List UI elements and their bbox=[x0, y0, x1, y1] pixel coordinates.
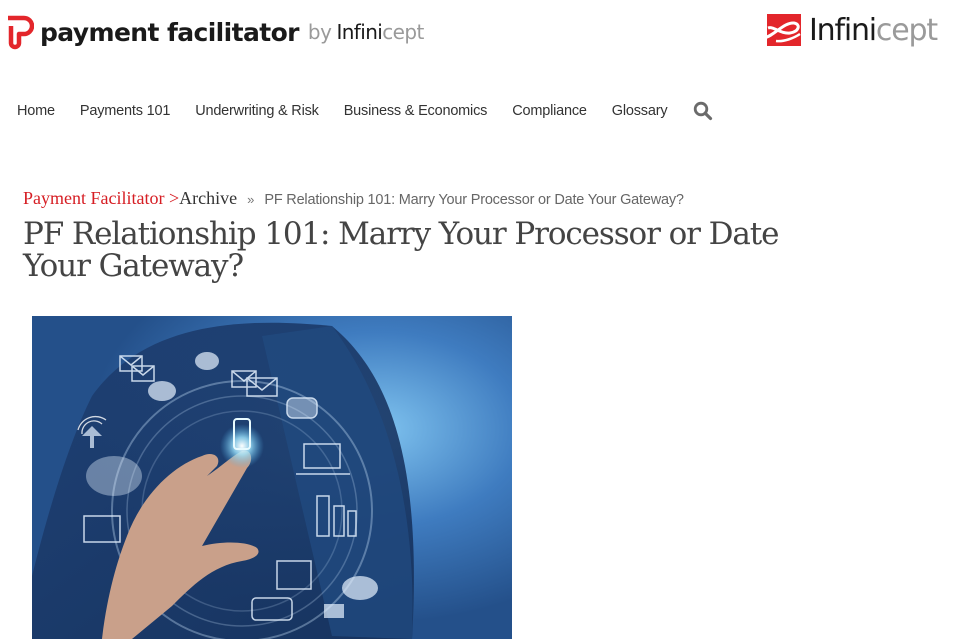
infinicept-logo[interactable]: Infini cept bbox=[764, 12, 938, 48]
main-nav: Home Payments 101 Underwriting & Risk Bu… bbox=[17, 99, 713, 123]
nav-item-payments-101[interactable]: Payments 101 bbox=[80, 103, 170, 119]
brand-name: payment facilitator bbox=[40, 17, 300, 47]
infinicept-light: cept bbox=[875, 12, 938, 48]
nav-item-glossary[interactable]: Glossary bbox=[612, 103, 668, 119]
brand-partner-light: cept bbox=[382, 20, 424, 44]
nav-item-underwriting-risk[interactable]: Underwriting & Risk bbox=[195, 103, 319, 119]
infinicept-logo-icon bbox=[764, 14, 801, 46]
brand-partner-bold: Infini bbox=[336, 20, 383, 44]
breadcrumb-archive-link[interactable]: Archive bbox=[179, 188, 237, 209]
nav-item-compliance[interactable]: Compliance bbox=[512, 103, 587, 119]
page-title: PF Relationship 101: Marry Your Processo… bbox=[23, 216, 779, 284]
infinicept-bold: Infini bbox=[809, 12, 877, 48]
breadcrumb: Payment Facilitator > Archive » PF Relat… bbox=[23, 188, 684, 209]
brand-by: by bbox=[307, 20, 332, 44]
pf-logo-icon bbox=[8, 15, 34, 50]
breadcrumb-separator: » bbox=[247, 192, 255, 207]
nav-item-business-economics[interactable]: Business & Economics bbox=[344, 103, 488, 119]
breadcrumb-current: PF Relationship 101: Marry Your Processo… bbox=[264, 192, 684, 208]
site-logo[interactable]: payment facilitator by Infini cept bbox=[4, 14, 424, 50]
hero-image bbox=[32, 316, 512, 639]
nav-item-home[interactable]: Home bbox=[17, 103, 55, 119]
breadcrumb-root-link[interactable]: Payment Facilitator > bbox=[23, 188, 179, 209]
search-icon[interactable] bbox=[693, 101, 713, 121]
